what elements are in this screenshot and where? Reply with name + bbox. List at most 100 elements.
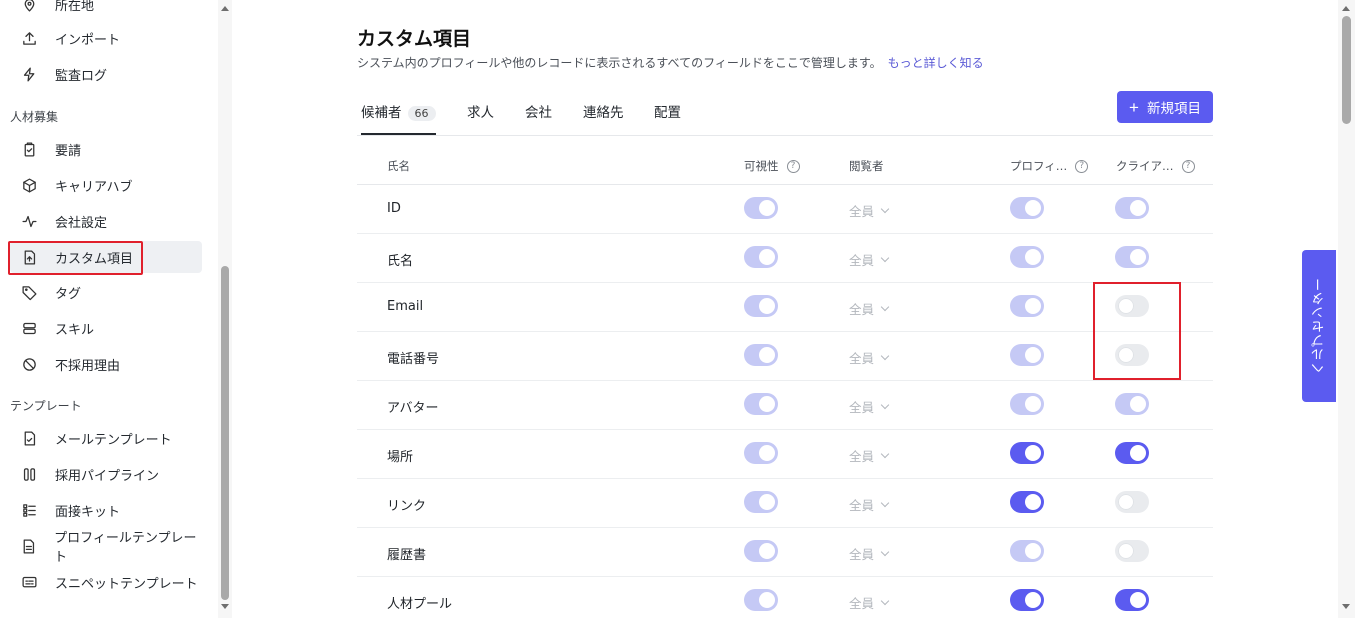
sidebar-scrollbar[interactable]	[218, 0, 232, 618]
chevron-down-icon	[880, 302, 890, 311]
client-toggle[interactable]	[1115, 393, 1149, 415]
sidebar-item[interactable]: 所在地	[10, 0, 202, 20]
profile-toggle[interactable]	[1010, 540, 1044, 562]
viewer-value: 全員	[849, 498, 875, 513]
sidebar-item[interactable]: カスタム項目	[10, 241, 202, 273]
chevron-down-icon	[880, 596, 890, 605]
viewer-select[interactable]: 全員	[849, 397, 890, 416]
viewer-value: 全員	[849, 400, 875, 415]
sidebar-item[interactable]: 監査ログ	[10, 58, 202, 90]
help-circle-icon[interactable]: ?	[1181, 159, 1195, 173]
client-toggle[interactable]	[1115, 442, 1149, 464]
profile-toggle[interactable]	[1010, 589, 1044, 611]
scroll-down-arrow-icon[interactable]	[1342, 604, 1350, 609]
new-field-button[interactable]: + 新規項目	[1117, 91, 1213, 123]
field-name: 履歴書	[387, 548, 427, 563]
scroll-down-arrow-icon[interactable]	[221, 604, 229, 609]
tab-item[interactable]: 会社	[525, 101, 552, 135]
field-name: ID	[387, 201, 401, 216]
lightning-icon	[20, 65, 38, 83]
cube-icon	[20, 176, 38, 194]
client-toggle[interactable]	[1115, 246, 1149, 268]
profile-toggle[interactable]	[1010, 295, 1044, 317]
viewer-select[interactable]: 全員	[849, 495, 890, 514]
visibility-toggle[interactable]	[744, 344, 778, 366]
tab-item[interactable]: 候補者 66	[361, 101, 436, 135]
tab-item[interactable]: 求人	[467, 101, 494, 135]
table-row: 場所 全員	[357, 430, 1213, 479]
viewer-select[interactable]: 全員	[849, 446, 890, 465]
sidebar-item[interactable]: タグ	[10, 276, 202, 308]
visibility-toggle[interactable]	[744, 246, 778, 268]
client-toggle[interactable]	[1115, 540, 1149, 562]
scroll-up-arrow-icon[interactable]	[221, 6, 229, 11]
tag-icon	[20, 283, 38, 301]
visibility-toggle[interactable]	[744, 442, 778, 464]
sidebar-item[interactable]: インポート	[10, 22, 202, 54]
visibility-toggle[interactable]	[744, 589, 778, 611]
sidebar-item[interactable]: スキル	[10, 312, 202, 344]
visibility-toggle[interactable]	[744, 393, 778, 415]
field-name: 場所	[387, 450, 414, 465]
section-heading-template: テンプレート	[10, 399, 82, 413]
help-circle-icon[interactable]: ?	[1075, 159, 1089, 173]
learn-more-link[interactable]: もっと詳しく知る	[888, 56, 984, 70]
sidebar-item[interactable]: 要請	[10, 133, 202, 165]
tab-item[interactable]: 配置	[654, 101, 681, 135]
toggle-knob	[1025, 298, 1041, 314]
viewer-select[interactable]: 全員	[849, 544, 890, 563]
sidebar-scroll-thumb[interactable]	[221, 266, 229, 600]
client-toggle[interactable]	[1115, 295, 1149, 317]
toggle-knob	[1025, 347, 1041, 363]
scroll-up-arrow-icon[interactable]	[1342, 6, 1350, 11]
sidebar-item[interactable]: メールテンプレート	[10, 422, 202, 454]
client-toggle[interactable]	[1115, 589, 1149, 611]
profile-toggle[interactable]	[1010, 393, 1044, 415]
tab-item[interactable]: 連絡先	[583, 101, 624, 135]
profile-toggle[interactable]	[1010, 442, 1044, 464]
client-toggle[interactable]	[1115, 344, 1149, 366]
profile-toggle[interactable]	[1010, 197, 1044, 219]
new-field-label: 新規項目	[1146, 101, 1201, 116]
visibility-toggle[interactable]	[744, 491, 778, 513]
viewer-select[interactable]: 全員	[849, 201, 890, 220]
sidebar-item[interactable]: 不採用理由	[10, 348, 202, 380]
sidebar-item[interactable]: プロフィールテンプレート	[10, 530, 202, 565]
toggle-knob	[759, 592, 775, 608]
visibility-toggle[interactable]	[744, 197, 778, 219]
help-center-tab[interactable]: ヘルプセンター	[1302, 250, 1336, 402]
main-scrollbar[interactable]	[1338, 0, 1355, 618]
sidebar-item[interactable]: 採用パイプライン	[10, 458, 202, 490]
tab-label: 連絡先	[583, 105, 624, 121]
tab-count-badge: 66	[407, 106, 436, 121]
sidebar-item[interactable]: キャリアハブ	[10, 169, 202, 201]
plus-icon: +	[1129, 97, 1139, 117]
main-scroll-thumb[interactable]	[1342, 16, 1351, 124]
main-content: カスタム項目 システム内のプロフィールや他のレコードに表示されるすべてのフィール…	[232, 0, 1338, 618]
profile-toggle[interactable]	[1010, 246, 1044, 268]
sidebar-item-label: 不採用理由	[55, 358, 121, 374]
sidebar-item-label: 所在地	[55, 0, 95, 14]
column-client: クライア…?	[1116, 158, 1195, 174]
document-icon	[20, 537, 37, 555]
upload-icon	[20, 29, 38, 47]
sidebar-item-label: キャリアハブ	[55, 179, 133, 195]
viewer-select[interactable]: 全員	[849, 593, 890, 612]
visibility-toggle[interactable]	[744, 540, 778, 562]
viewer-select[interactable]: 全員	[849, 299, 890, 318]
section-heading-recruit: 人材募集	[10, 110, 59, 124]
client-toggle[interactable]	[1115, 491, 1149, 513]
column-visibility-label: 可視性	[744, 159, 779, 173]
visibility-toggle[interactable]	[744, 295, 778, 317]
viewer-select[interactable]: 全員	[849, 250, 890, 269]
profile-toggle[interactable]	[1010, 344, 1044, 366]
sidebar-item[interactable]: スニペットテンプレート	[10, 566, 202, 598]
profile-toggle[interactable]	[1010, 491, 1044, 513]
sidebar-item[interactable]: 会社設定	[10, 205, 202, 237]
table-row: 電話番号 全員	[357, 332, 1213, 381]
viewer-select[interactable]: 全員	[849, 348, 890, 367]
toggle-knob	[1130, 396, 1146, 412]
sidebar-item[interactable]: 面接キット	[10, 494, 202, 526]
client-toggle[interactable]	[1115, 197, 1149, 219]
help-circle-icon[interactable]: ?	[786, 159, 800, 173]
